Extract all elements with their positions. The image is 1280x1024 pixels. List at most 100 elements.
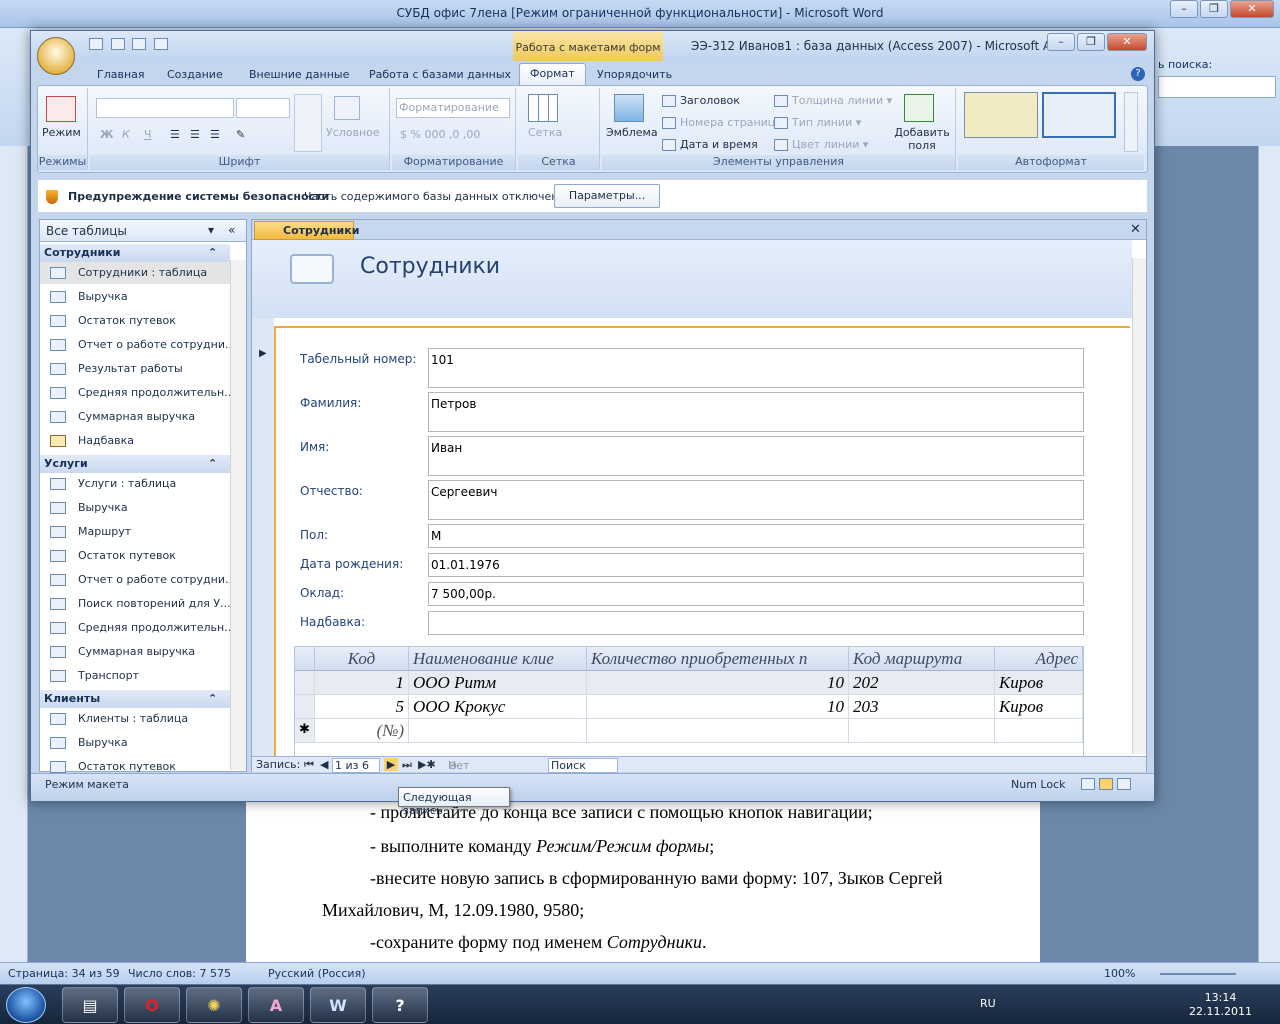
nav-item[interactable]: Средняя продолжительн... xyxy=(40,617,230,639)
tab-create[interactable]: Создание xyxy=(157,65,233,84)
previous-record-icon[interactable]: ◀ xyxy=(320,758,328,771)
nav-item[interactable]: Транспорт xyxy=(40,665,230,687)
date-time-button[interactable]: Дата и время xyxy=(662,138,758,151)
new-record-nav-icon[interactable]: ▶✱ xyxy=(418,758,436,771)
column-header[interactable]: Код маршрута xyxy=(849,647,995,671)
field-input[interactable]: Сергеевич xyxy=(428,480,1084,520)
select-all-corner[interactable] xyxy=(295,647,315,671)
underline-button[interactable]: Ч xyxy=(144,128,152,141)
conditional-format-button[interactable]: Условное xyxy=(326,126,380,139)
field-input[interactable]: Петров xyxy=(428,392,1084,432)
form-view-icon[interactable] xyxy=(1081,778,1095,790)
table-cell[interactable] xyxy=(587,719,849,743)
redo-icon[interactable] xyxy=(132,38,146,50)
zoom-slider[interactable] xyxy=(1160,973,1236,975)
nav-item[interactable]: Клиенты : таблица xyxy=(40,708,230,730)
font-size-combo[interactable] xyxy=(236,98,290,118)
table-cell[interactable]: 1 xyxy=(315,671,409,695)
new-row-placeholder[interactable]: (№) xyxy=(315,719,409,743)
access-restore-button[interactable]: ❐ xyxy=(1077,33,1105,51)
nav-item[interactable]: Суммарная выручка xyxy=(40,406,230,428)
help-taskbar-icon[interactable]: ? xyxy=(372,987,428,1023)
design-view-icon[interactable] xyxy=(1117,778,1131,790)
align-right-icon[interactable]: ☰ xyxy=(210,128,220,141)
tab-database-tools[interactable]: Работа с базами данных xyxy=(359,65,521,84)
grid-button[interactable]: Сетка xyxy=(528,126,562,139)
record-position-input[interactable]: 1 из 6 xyxy=(332,758,380,773)
table-cell[interactable]: 202 xyxy=(849,671,995,695)
row-selector[interactable] xyxy=(295,695,315,719)
chevron-down-icon[interactable]: ▾ xyxy=(208,223,214,237)
nav-pane-scrollbar[interactable] xyxy=(230,260,246,770)
record-search-input[interactable]: Поиск xyxy=(548,758,618,773)
field-input[interactable]: Иван xyxy=(428,436,1084,476)
nav-item[interactable]: Результат работы xyxy=(40,358,230,380)
nav-item[interactable]: Остаток путевок xyxy=(40,545,230,567)
column-header[interactable]: Количество приобретенных п xyxy=(587,647,849,671)
collapse-group-icon[interactable]: ⌃ xyxy=(208,692,217,705)
form-scrollbar[interactable] xyxy=(1132,258,1146,754)
nav-item[interactable]: Сотрудники : таблица xyxy=(40,262,230,284)
subform-datasheet[interactable]: Код Наименование клие Количество приобре… xyxy=(294,646,1084,766)
collapse-group-icon[interactable]: ⌃ xyxy=(208,246,217,259)
tab-external-data[interactable]: Внешние данные xyxy=(239,65,359,84)
page-numbers-button[interactable]: Номера страниц xyxy=(662,116,775,129)
first-record-icon[interactable]: ⏮ xyxy=(304,758,314,772)
start-button[interactable] xyxy=(6,987,46,1023)
word-page-count[interactable]: Страница: 34 из 59 xyxy=(8,967,120,980)
column-header[interactable]: Наименование клие xyxy=(409,647,587,671)
autoformat-preview-2[interactable] xyxy=(1042,92,1116,138)
language-indicator[interactable]: RU xyxy=(980,997,996,1010)
quick-access-toolbar[interactable] xyxy=(89,37,209,55)
undo-icon[interactable] xyxy=(110,38,125,50)
nav-item[interactable]: Суммарная выручка xyxy=(40,641,230,663)
field-input[interactable]: 7 500,00р. xyxy=(428,582,1084,606)
collapse-group-icon[interactable]: ⌃ xyxy=(208,457,217,470)
table-cell[interactable]: 10 xyxy=(587,695,849,719)
clock[interactable]: 13:14 22.11.2011 xyxy=(1189,991,1252,1019)
number-format-combo[interactable]: Форматирование xyxy=(396,98,510,118)
close-icon[interactable]: ✕ xyxy=(1130,222,1141,237)
word-taskbar-icon[interactable]: W xyxy=(310,987,366,1023)
table-cell[interactable]: 203 xyxy=(849,695,995,719)
word-word-count[interactable]: Число слов: 7 575 xyxy=(128,967,231,980)
add-fields-button[interactable]: Добавить поля xyxy=(892,126,952,152)
nav-item[interactable]: Выручка xyxy=(40,732,230,754)
table-cell[interactable] xyxy=(849,719,995,743)
open-icon[interactable] xyxy=(153,38,168,50)
tab-home[interactable]: Главная xyxy=(87,65,155,84)
nav-item[interactable]: Услуги : таблица xyxy=(40,473,230,495)
access-minimize-button[interactable]: – xyxy=(1047,33,1075,51)
nav-group-employees[interactable]: Сотрудники ⌃ xyxy=(40,244,230,262)
field-input[interactable]: 01.01.1976 xyxy=(428,553,1084,577)
help-icon[interactable]: ? xyxy=(1131,67,1145,81)
field-input[interactable] xyxy=(428,611,1084,635)
word-close-button[interactable]: ✕ xyxy=(1230,0,1274,18)
access-close-button[interactable]: ✕ xyxy=(1107,33,1147,51)
save-icon[interactable] xyxy=(89,38,103,50)
last-record-icon[interactable]: ⏭ xyxy=(402,758,412,772)
next-record-icon[interactable]: ▶ xyxy=(384,758,398,771)
line-color-button[interactable]: Цвет линии ▾ xyxy=(774,138,868,151)
tab-format[interactable]: Формат xyxy=(519,63,586,85)
nav-pane-header[interactable]: Все таблицы ▾ « xyxy=(40,220,246,242)
nav-item[interactable]: Средняя продолжительн... xyxy=(40,382,230,404)
italic-button[interactable]: К xyxy=(122,128,130,141)
emblem-button[interactable]: Эмблема xyxy=(606,126,658,139)
nav-item[interactable]: Остаток путевок xyxy=(40,310,230,332)
table-cell[interactable]: Киров xyxy=(995,695,1083,719)
word-minimize-button[interactable]: – xyxy=(1170,0,1198,18)
nav-item[interactable]: Отчет о работе сотрудни... xyxy=(40,569,230,591)
autoformat-scroll[interactable] xyxy=(1124,92,1138,152)
nav-item[interactable]: Отчет о работе сотрудни... xyxy=(40,334,230,356)
field-input[interactable]: М xyxy=(428,524,1084,548)
font-color-icon[interactable] xyxy=(294,94,322,152)
layout-view-icon[interactable] xyxy=(1099,778,1113,790)
align-left-icon[interactable]: ☰ xyxy=(170,128,180,141)
nav-item[interactable]: Маршрут xyxy=(40,521,230,543)
column-header[interactable]: Адрес xyxy=(995,647,1083,671)
line-width-button[interactable]: Толщина линии ▾ xyxy=(774,94,892,107)
nav-group-services[interactable]: Услуги ⌃ xyxy=(40,455,230,473)
autoformat-preview-1[interactable] xyxy=(964,92,1038,138)
table-cell[interactable] xyxy=(409,719,587,743)
